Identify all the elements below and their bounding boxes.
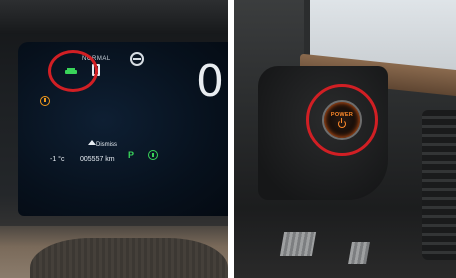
info-icon bbox=[148, 150, 158, 160]
nav-label: Dismiss bbox=[96, 142, 117, 148]
cluster-hood bbox=[0, 0, 228, 34]
highlight-circle bbox=[306, 84, 378, 156]
highlight-circle bbox=[48, 50, 98, 92]
gear-indicator: 0 bbox=[196, 56, 224, 107]
gear-status: P bbox=[128, 150, 135, 160]
power-button-photo: POWER bbox=[234, 0, 456, 278]
home-icon bbox=[88, 140, 96, 145]
no-entry-icon bbox=[130, 52, 144, 66]
pedal bbox=[279, 232, 317, 256]
odometer-reading: 005557 km bbox=[80, 156, 115, 163]
warning-icon bbox=[40, 96, 50, 106]
outside-temperature: -1 °c bbox=[50, 156, 65, 163]
instrument-cluster-photo: NORMAL 0 Dismiss -1 °c 005557 km P bbox=[0, 0, 228, 278]
air-vent bbox=[422, 110, 456, 260]
pedal bbox=[348, 242, 370, 264]
dashboard-fabric bbox=[30, 238, 228, 278]
